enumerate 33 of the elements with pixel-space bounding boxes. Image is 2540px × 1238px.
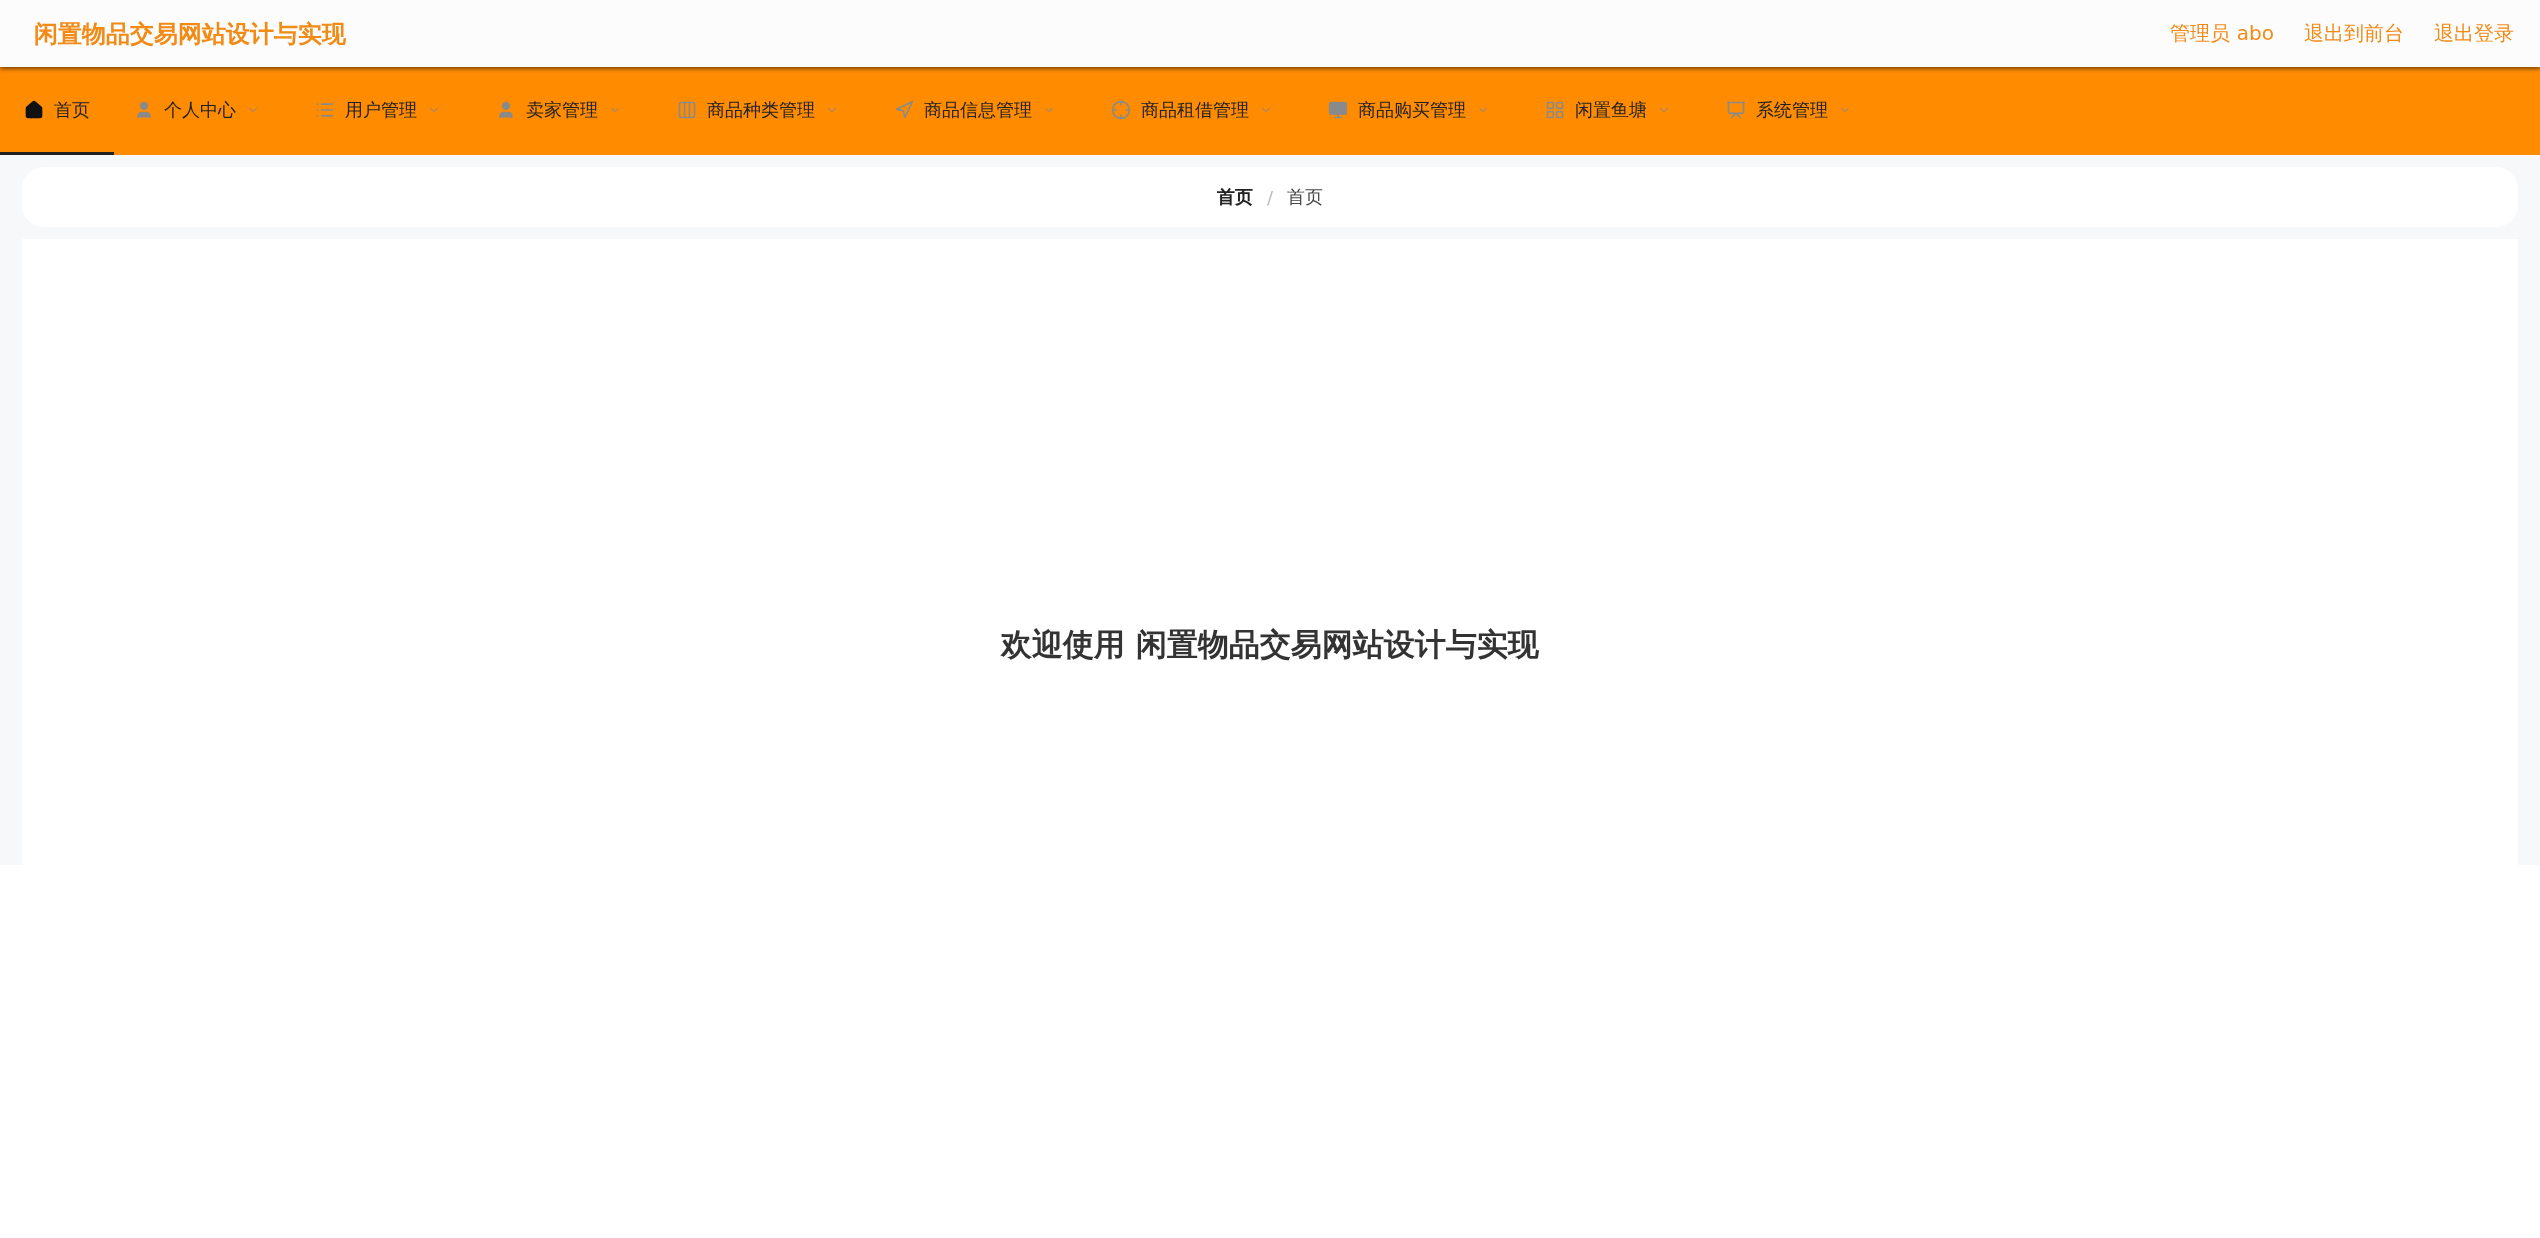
site-title: 闲置物品交易网站设计与实现 [34, 18, 346, 50]
nav-label: 个人中心 [164, 97, 236, 122]
nav-label: 系统管理 [1756, 97, 1828, 122]
columns-icon [677, 99, 697, 120]
breadcrumb-item: 首页 [1287, 185, 1324, 209]
monitor-icon [1328, 99, 1348, 120]
nav-label: 商品租借管理 [1141, 97, 1249, 122]
nav-tab[interactable]: 个人中心 [114, 67, 280, 155]
nav-tab[interactable]: 商品购买管理 [1308, 67, 1510, 155]
nav-tab[interactable]: 商品信息管理 [874, 67, 1076, 155]
nav-tab[interactable]: 商品租借管理 [1091, 67, 1293, 155]
nav-label: 商品信息管理 [924, 97, 1032, 122]
nav-label: 闲置鱼塘 [1575, 97, 1647, 122]
nav-tab[interactable]: 卖家管理 [476, 67, 642, 155]
user-icon [496, 99, 516, 120]
nav-tab[interactable]: 用户管理 [295, 67, 461, 155]
user-icon [134, 99, 154, 120]
breadcrumb-separator: / [1266, 186, 1274, 208]
nav-label: 用户管理 [345, 97, 417, 122]
crosshair-icon [1111, 99, 1131, 120]
presentation-icon [1726, 99, 1746, 120]
grid-icon [1545, 99, 1565, 120]
nav-tab[interactable]: 商品种类管理 [657, 67, 859, 155]
home-icon [24, 99, 44, 120]
nav-tab[interactable]: 系统管理 [1706, 67, 1872, 155]
nav-tab[interactable]: 闲置鱼塘 [1525, 67, 1691, 155]
nav-label: 商品种类管理 [707, 97, 815, 122]
navigation-arrow-icon [894, 99, 914, 120]
nav-label: 商品购买管理 [1358, 97, 1466, 122]
breadcrumb-item[interactable]: 首页 [1216, 185, 1253, 209]
welcome-heading: 欢迎使用 闲置物品交易网站设计与实现 [1001, 625, 1539, 664]
nav-label: 卖家管理 [526, 97, 598, 122]
nav-label: 首页 [54, 97, 90, 122]
